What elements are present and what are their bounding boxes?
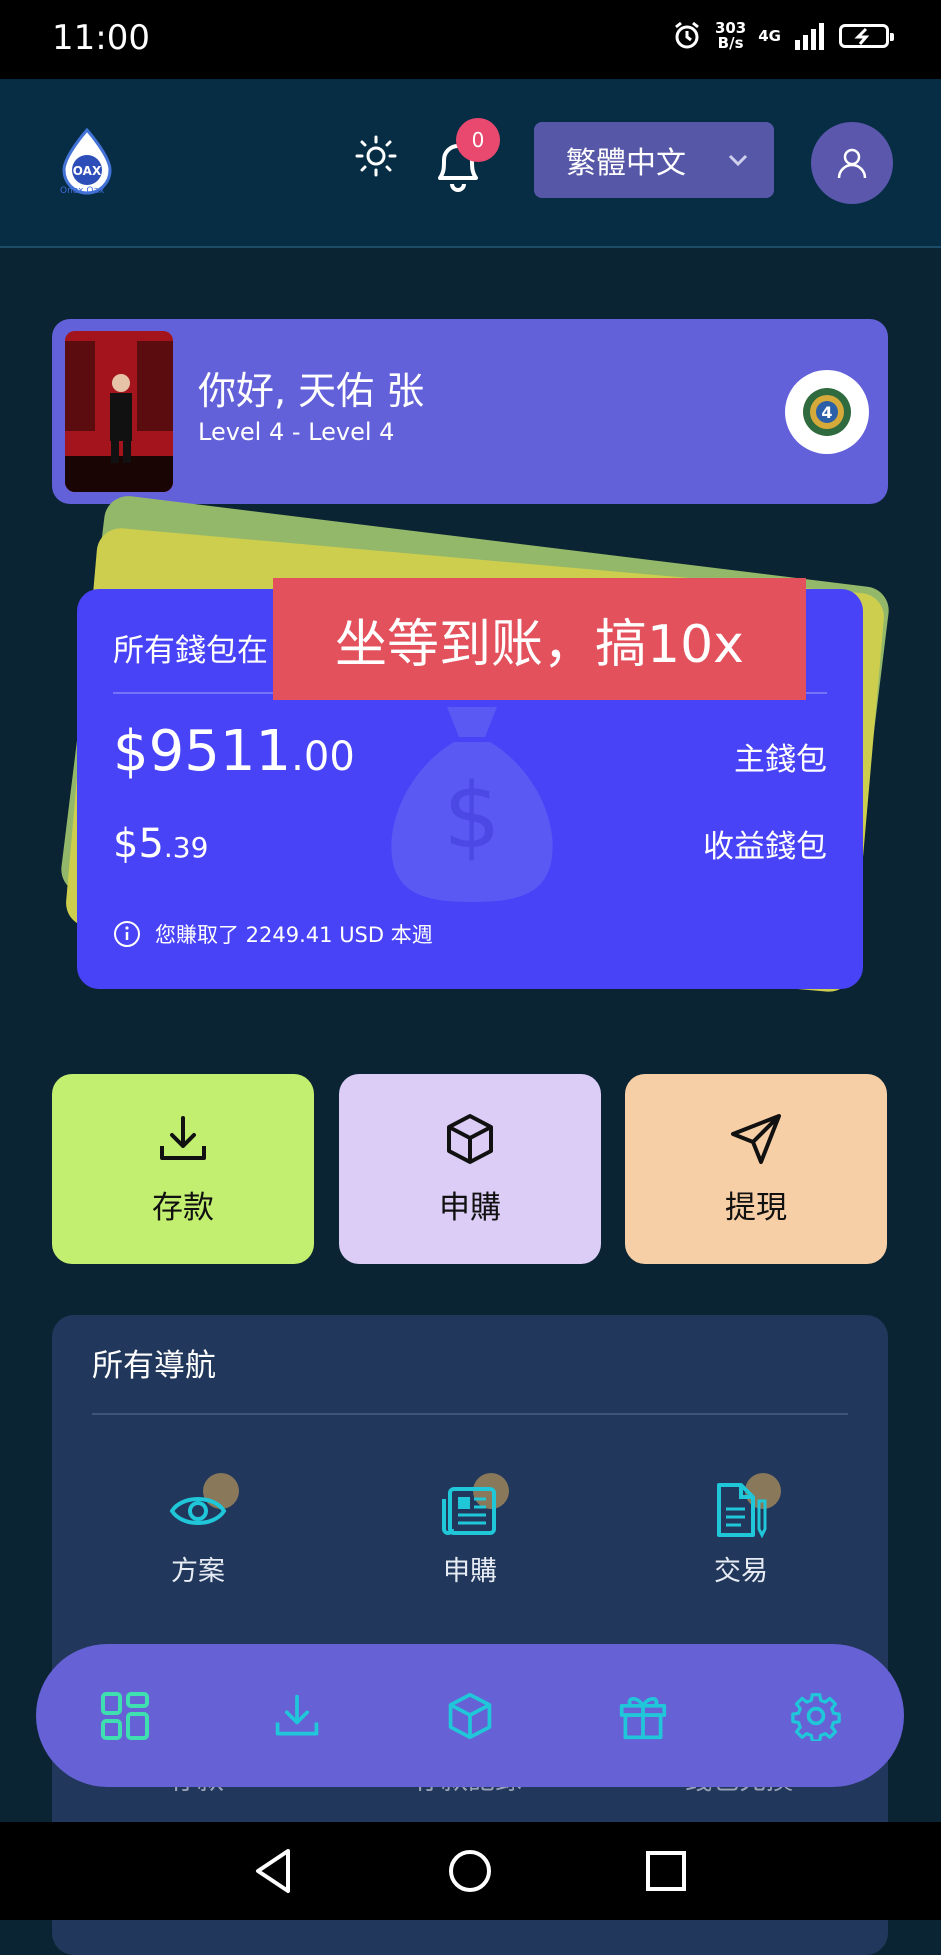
profile-button[interactable] xyxy=(811,122,893,204)
grid-icon xyxy=(101,1692,149,1740)
money-bag-icon: $ xyxy=(391,707,553,902)
language-label: 繁體中文 xyxy=(566,146,686,181)
tab-home[interactable] xyxy=(95,1686,155,1746)
download-icon xyxy=(275,1694,319,1736)
nav-item-label: 申購 xyxy=(443,1556,497,1587)
svg-text:OAX: OAX xyxy=(73,164,102,178)
notification-badge: 0 xyxy=(456,118,500,162)
navigation-divider xyxy=(92,1413,848,1415)
tab-subscribe[interactable] xyxy=(440,1686,500,1746)
cube-icon xyxy=(447,1113,493,1164)
subscribe-button[interactable]: 申購 xyxy=(339,1074,601,1264)
user-icon xyxy=(837,148,867,179)
svg-text:$: $ xyxy=(443,764,500,869)
status-time: 11:00 xyxy=(52,18,150,58)
status-icons: 303 B/s 4G xyxy=(671,19,894,52)
user-photo xyxy=(65,331,173,492)
sun-icon[interactable] xyxy=(354,134,398,178)
signal-icon xyxy=(795,23,824,50)
tab-settings[interactable] xyxy=(786,1686,846,1746)
back-icon[interactable] xyxy=(248,1845,300,1897)
user-level: Level 4 - Level 4 xyxy=(198,418,395,446)
language-select[interactable]: 繁體中文 xyxy=(534,122,774,198)
navigation-title: 所有導航 xyxy=(92,1348,216,1384)
promo-banner[interactable]: 坐等到账，搞10x xyxy=(273,578,806,700)
main-wallet-label: 主錢包 xyxy=(734,742,827,778)
tab-deposit[interactable] xyxy=(267,1686,327,1746)
download-icon xyxy=(160,1115,206,1160)
nav-item-trade[interactable]: 交易 xyxy=(661,1481,821,1588)
main-wallet-amount: $9511.00 xyxy=(113,719,355,784)
deposit-label: 存款 xyxy=(152,1189,214,1226)
alarm-icon xyxy=(675,21,699,49)
level-badge-icon[interactable]: 4 xyxy=(785,370,869,454)
home-icon[interactable] xyxy=(444,1845,496,1897)
nav-item-subscribe[interactable]: 申購 xyxy=(390,1481,550,1588)
network-type: 4G xyxy=(758,26,781,45)
net-speed: 303 B/s xyxy=(714,19,747,52)
deposit-button[interactable]: 存款 xyxy=(52,1074,314,1264)
svg-text:4: 4 xyxy=(821,403,832,422)
gift-icon xyxy=(619,1697,667,1740)
newspaper-icon xyxy=(442,1487,496,1535)
eye-icon xyxy=(169,1497,227,1525)
greeting-name: 你好, 天佑 张 xyxy=(198,369,425,413)
weekly-earnings: 您賺取了 2249.41 USD 本週 xyxy=(113,919,433,949)
recents-icon[interactable] xyxy=(640,1845,692,1897)
withdraw-label: 提現 xyxy=(725,1189,787,1226)
nav-item-plan[interactable]: 方案 xyxy=(118,1481,278,1588)
document-pen-icon xyxy=(717,1483,767,1539)
info-icon xyxy=(114,921,140,947)
income-wallet-amount: $5.39 xyxy=(113,821,209,867)
subscribe-label: 申購 xyxy=(439,1189,501,1226)
tab-rewards[interactable] xyxy=(613,1686,673,1746)
logo-subtitle: Onex Oax xyxy=(60,186,105,196)
nav-item-label: 交易 xyxy=(714,1556,768,1587)
withdraw-button[interactable]: 提現 xyxy=(625,1074,887,1264)
gear-icon xyxy=(791,1693,841,1741)
cube-icon xyxy=(448,1692,492,1740)
greeting-card xyxy=(52,319,888,504)
chevron-down-icon xyxy=(728,154,748,167)
send-icon xyxy=(731,1113,781,1164)
income-wallet-label: 收益錢包 xyxy=(703,829,827,865)
battery-charging-icon xyxy=(839,24,894,48)
nav-item-label: 方案 xyxy=(171,1556,225,1587)
